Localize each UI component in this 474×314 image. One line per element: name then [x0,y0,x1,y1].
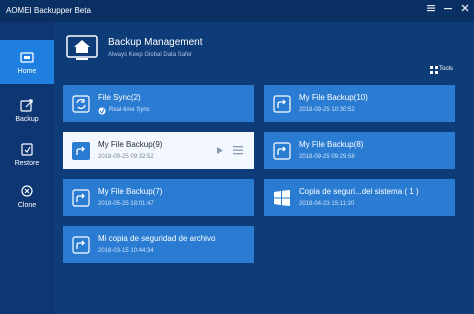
task-card[interactable]: My File Backup(10) 2018-09-25 10:30:52 [264,85,455,122]
backup-arrow-icon [72,189,90,207]
card-title: My File Backup(8) [299,140,364,149]
sidebar-item-restore[interactable]: Restore [0,132,54,176]
tools-icon [430,66,438,74]
page-subtitle: Always Keep Global Data Safer [108,52,193,58]
card-date: 2018-03-15 10:44:34 [98,248,154,254]
page-title: Backup Management [108,37,203,48]
clone-icon [21,185,33,197]
card-title: Mi copia de seguridad de archivo [98,234,216,243]
sidebar-item-label: Backup [15,116,39,123]
card-title: My File Backup(7) [98,187,163,196]
sidebar-item-label: Clone [17,202,37,209]
minimize-icon[interactable] [441,3,455,17]
home-icon [20,52,34,63]
task-card-system-backup[interactable]: Copia de seguri...del sistema ( 1 ) 2018… [264,179,455,216]
backup-arrow-icon [72,236,90,254]
close-icon[interactable] [458,3,472,17]
sidebar-item-label: Restore [14,160,40,167]
card-title: File Sync(2) [98,93,141,102]
restore-icon [21,143,33,156]
play-icon[interactable] [216,146,224,155]
backup-arrow-icon [273,142,291,160]
card-title: Copia de seguri...del sistema ( 1 ) [299,187,419,196]
task-card-selected[interactable]: My File Backup(9) 2018-09-25 09:32:52 [63,132,254,169]
task-card-file-sync[interactable]: File Sync(2) Real-time Sync [63,85,254,122]
sync-icon [72,95,90,113]
windows-icon [274,190,290,206]
realtime-sync-icon [98,107,106,115]
sidebar-item-backup[interactable]: Backup [0,88,54,132]
task-card[interactable]: Mi copia de seguridad de archivo 2018-03… [63,226,254,263]
title-bar: AOMEI Backupper Beta [0,0,474,22]
task-card[interactable]: My File Backup(7) 2018-05-25 18:01:47 [63,179,254,216]
tools-label: Tools [439,66,454,72]
card-date: 2018-09-25 10:30:52 [299,107,355,113]
app-window: AOMEI Backupper Beta Home Backup Restore… [0,0,474,314]
window-title: AOMEI Backupper Beta [6,6,91,15]
card-date: 2018-05-25 18:01:47 [98,201,154,207]
backup-arrow-icon [273,95,291,113]
task-card[interactable]: My File Backup(8) 2018-09-25 09:29:58 [264,132,455,169]
backup-icon [20,99,33,112]
sidebar-item-label: Home [17,68,37,75]
sidebar-item-clone[interactable]: Clone [0,174,54,218]
card-date: 2018-09-25 09:32:52 [98,154,154,160]
card-date: 2018-09-25 09:29:58 [299,154,355,160]
menu-icon[interactable] [424,3,438,17]
sidebar-item-home[interactable]: Home [0,40,54,84]
backup-arrow-icon [72,142,90,160]
card-title: My File Backup(10) [299,93,368,102]
card-subtitle: Real-time Sync [109,107,150,113]
backup-management-icon [66,35,98,61]
card-date: 2018-04-23 15:11:20 [299,201,355,207]
card-title: My File Backup(9) [98,140,163,149]
sidebar: Home Backup Restore Clone [0,22,54,314]
menu-icon[interactable] [233,145,243,155]
